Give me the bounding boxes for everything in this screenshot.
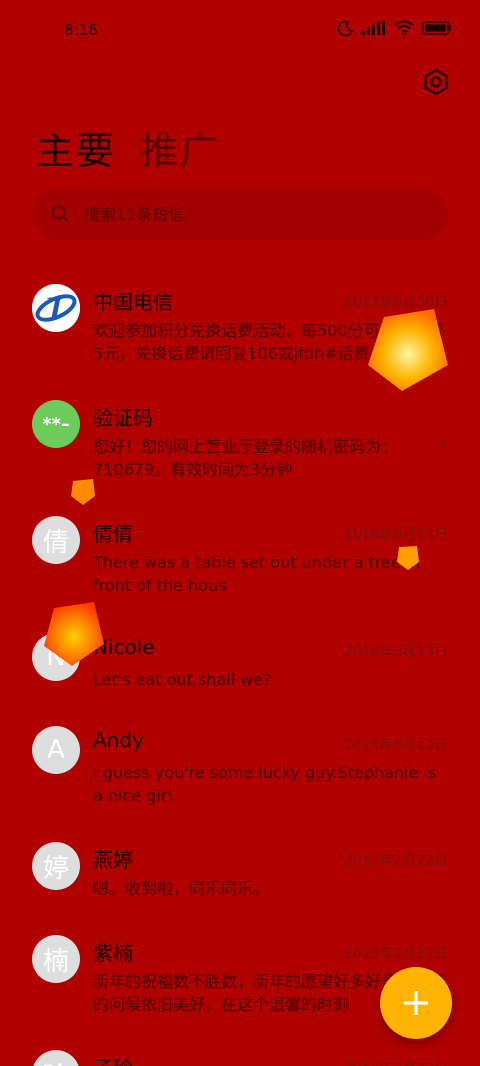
avatar: A bbox=[32, 726, 80, 774]
contact-name: Andy bbox=[93, 728, 144, 752]
tab-primary[interactable]: 主要 bbox=[36, 120, 116, 175]
contact-name: 紫楠 bbox=[93, 941, 133, 965]
message-preview: Let's eat out,shall we? bbox=[93, 670, 272, 689]
wifi-icon bbox=[394, 20, 414, 36]
avatar: 婷 bbox=[32, 842, 80, 890]
signal-icon bbox=[362, 21, 385, 35]
message-date: 2013年2月22日 bbox=[343, 946, 448, 962]
search-icon bbox=[51, 205, 69, 223]
avatar bbox=[32, 284, 80, 332]
sky-lantern-decoration bbox=[44, 602, 104, 666]
avatar: **– bbox=[32, 400, 80, 448]
message-preview: 嗯。收到啦，同乐同乐。 bbox=[93, 879, 270, 898]
status-icons bbox=[338, 20, 452, 36]
conversation-andy[interactable]: A Andy 2016年6月13日 I guess you're some lu… bbox=[0, 726, 480, 826]
message-date: 2016年6月13日 bbox=[343, 527, 448, 543]
settings-button[interactable] bbox=[422, 68, 450, 96]
message-date: 2016年6月13日 bbox=[343, 737, 448, 753]
avatar: 倩 bbox=[32, 516, 80, 564]
message-preview: 您好！您的网上营业厅登录的随机密码为：710679。有效时间为3分钟 bbox=[93, 437, 398, 479]
search-input[interactable] bbox=[82, 203, 386, 225]
contact-name: 验证码 bbox=[93, 406, 153, 430]
conversation-ziling[interactable]: 玲 子玲 2013年2月22日 bbox=[0, 1050, 480, 1066]
contact-name: 子玲 bbox=[93, 1052, 133, 1066]
message-date: 2013年2月22日 bbox=[344, 1058, 448, 1066]
avatar: 玲 bbox=[32, 1050, 80, 1066]
search-bar[interactable] bbox=[32, 188, 448, 240]
sky-lantern-decoration bbox=[397, 546, 419, 570]
sky-lantern-decoration bbox=[368, 309, 448, 391]
message-preview: There was a table set out under a tree i… bbox=[93, 553, 421, 595]
sky-lantern-decoration bbox=[71, 479, 95, 505]
battery-icon bbox=[422, 21, 451, 35]
tab-bar: 主要 推广 bbox=[36, 120, 220, 175]
contact-name: 中国电信 bbox=[93, 290, 173, 314]
contact-name: 倩倩 bbox=[93, 522, 133, 546]
message-date: 2013年2月22日 bbox=[343, 853, 448, 869]
status-time: 8:16 bbox=[64, 21, 98, 39]
gear-icon bbox=[424, 68, 448, 96]
china-telecom-logo-icon bbox=[32, 284, 80, 332]
avatar: 楠 bbox=[32, 935, 80, 983]
contact-name: 燕婷 bbox=[93, 848, 133, 872]
status-bar: 8:16 bbox=[0, 0, 480, 62]
tab-promotions[interactable]: 推广 bbox=[140, 120, 220, 175]
conversation-yanting[interactable]: 婷 燕婷 2013年2月22日 嗯。收到啦，同乐同乐。 bbox=[0, 842, 480, 922]
message-preview: I guess you're some lucky guy.Stephanie … bbox=[93, 763, 437, 805]
message-date: 2016年6月13日 bbox=[343, 644, 448, 660]
plus-icon bbox=[404, 991, 428, 1015]
new-message-button[interactable] bbox=[380, 967, 452, 1039]
moon-icon bbox=[338, 20, 354, 36]
